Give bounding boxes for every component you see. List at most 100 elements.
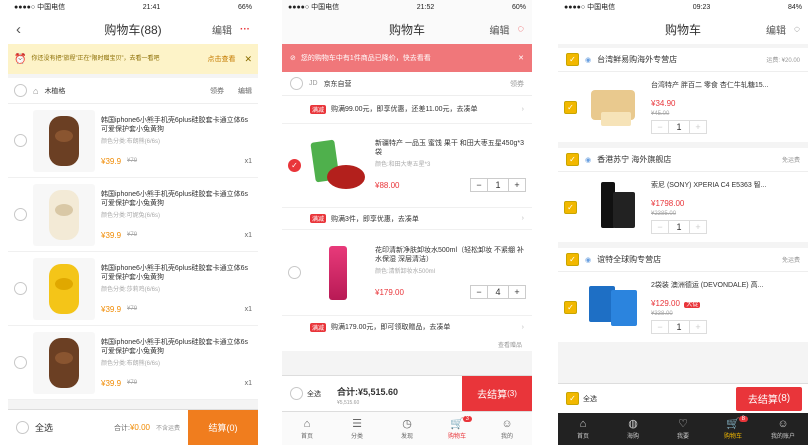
product-image-phone-case[interactable] xyxy=(33,109,95,172)
plus-button[interactable]: + xyxy=(690,321,706,333)
edit-button[interactable]: 编辑 xyxy=(766,22,786,37)
select-all-checkbox[interactable] xyxy=(16,421,29,434)
coupon-link[interactable]: 领券 xyxy=(210,86,224,96)
select-all-checkbox[interactable]: ✓ xyxy=(566,392,579,405)
item-title[interactable]: 索尼 (SONY) XPERIA C4 E5363 智... xyxy=(651,181,802,190)
item-checkbox[interactable]: ✓ xyxy=(564,100,577,114)
plus-button[interactable]: + xyxy=(509,179,525,191)
select-all-label[interactable]: 全选 xyxy=(307,389,337,399)
cart-item[interactable]: 韩国iphone6小熊手机壳6plus硅胶套卡通立体6s可爱保护套小兔黄狗 颜色… xyxy=(8,252,258,326)
shop-checkbox[interactable] xyxy=(14,84,27,97)
edit-button[interactable]: 编辑 xyxy=(212,22,232,37)
item-title[interactable]: 花印清新净肤卸妆水500ml（轻松卸妆 不紧绷 补水保湿 深层清洁） xyxy=(375,246,526,264)
cart-item[interactable]: ✓ 2袋装 澳洲德运 (DEVONDALE) 高... ¥129.00 大促 ¥… xyxy=(558,272,808,342)
shop-checkbox[interactable]: ✓ xyxy=(566,253,579,266)
shop-checkbox[interactable]: ✓ xyxy=(566,153,579,166)
quantity-stepper[interactable]: −4 + xyxy=(470,285,526,299)
cart-item[interactable]: ✓ 新疆特产 一品玉 蜜饯 果干 和田大枣五星450g*3袋 颜色:和田大枣五星… xyxy=(282,124,532,208)
item-title[interactable]: 2袋装 澳洲德运 (DEVONDALE) 高... xyxy=(651,281,802,290)
item-checkbox[interactable] xyxy=(14,282,27,295)
minus-button[interactable]: − xyxy=(652,121,668,133)
item-checkbox[interactable] xyxy=(14,356,27,369)
product-image[interactable] xyxy=(583,76,645,138)
select-all-label[interactable]: 全选 xyxy=(583,394,736,404)
price-drop-notice[interactable]: ⊘ 您的购物车中有1件商品已降价，快去看看 ✕ xyxy=(282,44,532,72)
checkout-button[interactable]: 去结算 (3) xyxy=(462,375,532,412)
plus-button[interactable]: + xyxy=(690,121,706,133)
plus-button[interactable]: + xyxy=(690,221,706,233)
tab-discover[interactable]: ◷ 发现 xyxy=(382,418,432,440)
quantity-stepper[interactable]: −1 + xyxy=(651,119,707,134)
cart-item[interactable]: 花印清新净肤卸妆水500ml（轻松卸妆 不紧绷 补水保湿 深层清洁） 颜色:清新… xyxy=(282,230,532,316)
minus-button[interactable]: − xyxy=(652,221,668,233)
tab-home[interactable]: ⌂ 首页 xyxy=(558,418,608,440)
tab-global[interactable]: ◍ 海购 xyxy=(608,418,658,440)
cart-item[interactable]: 韩国iphone6小熊手机壳6plus硅胶套卡通立体6s可爱保护套小兔黄狗 颜色… xyxy=(8,104,258,178)
shop-edit-link[interactable]: 编辑 xyxy=(238,86,252,96)
item-title[interactable]: 台湾特产 胖百二 零食 杏仁牛轧糖15... xyxy=(651,81,802,90)
quantity-stepper[interactable]: −1 + xyxy=(651,219,707,234)
product-image-phone-case[interactable] xyxy=(33,183,95,246)
item-title[interactable]: 新疆特产 一品玉 蜜饯 果干 和田大枣五星450g*3袋 xyxy=(375,139,526,157)
item-title[interactable]: 韩国iphone6小熊手机壳6plus硅胶套卡通立体6s可爱保护套小兔黄狗 xyxy=(101,264,252,282)
quantity-value[interactable]: 1 xyxy=(668,120,690,133)
product-image[interactable] xyxy=(583,176,645,238)
item-title[interactable]: 韩国iphone6小熊手机壳6plus硅胶套卡通立体6s可爱保护套小兔黄狗 xyxy=(101,190,252,208)
item-checkbox[interactable]: ✓ xyxy=(564,200,577,214)
item-title[interactable]: 韩国iphone6小熊手机壳6plus硅胶套卡通立体6s可爱保护套小兔黄狗 xyxy=(101,116,252,134)
checkout-button[interactable]: 去结算 (8) xyxy=(736,386,802,411)
message-icon[interactable]: ◌ xyxy=(517,23,524,35)
tab-cart[interactable]: 🛒 购物车 8 xyxy=(708,416,758,440)
cart-item[interactable]: ✓ 索尼 (SONY) XPERIA C4 E5363 智... ¥1798.0… xyxy=(558,172,808,242)
cart-item[interactable]: 韩国iphone6小熊手机壳6plus硅胶套卡通立体6s可爱保护套小兔黄狗 颜色… xyxy=(8,326,258,400)
plus-button[interactable]: + xyxy=(509,286,525,298)
quantity-value[interactable]: 1 xyxy=(668,320,690,333)
view-link[interactable]: 点击查看 xyxy=(207,54,235,64)
quantity-stepper[interactable]: −1 + xyxy=(470,178,526,192)
select-all-checkbox[interactable] xyxy=(290,387,303,400)
product-image-bottle[interactable] xyxy=(307,241,369,304)
shop-name[interactable]: 谊特全球购专营店 xyxy=(597,254,776,265)
promo-row[interactable]: 满减 购满3件，即享优惠，去凑单 › xyxy=(282,208,532,230)
product-image-dates[interactable] xyxy=(307,134,369,197)
item-checkbox[interactable]: ✓ xyxy=(288,159,301,172)
item-checkbox[interactable] xyxy=(288,266,301,279)
tab-category[interactable]: ☰ 分类 xyxy=(332,418,382,440)
checkout-button[interactable]: 结算(0) xyxy=(188,409,258,445)
shop-name[interactable]: 台湾鲜易购海外专营店 xyxy=(597,54,760,65)
tab-want[interactable]: ♡ 我要 xyxy=(658,418,708,440)
view-gift-link[interactable]: 查看赠品 xyxy=(282,338,532,351)
message-icon[interactable]: ◌ xyxy=(794,24,800,35)
item-title[interactable]: 韩国iphone6小熊手机壳6plus硅胶套卡通立体6s可爱保护套小兔黄狗 xyxy=(101,338,252,356)
item-checkbox[interactable]: ✓ xyxy=(564,300,577,314)
select-all-label[interactable]: 全选 xyxy=(35,421,114,434)
minus-button[interactable]: − xyxy=(471,286,487,298)
promo-row[interactable]: 满减 购满179.00元，即可领取赠品，去凑单 › xyxy=(282,316,532,338)
minus-button[interactable]: − xyxy=(652,321,668,333)
quantity-stepper[interactable]: −1 + xyxy=(651,319,707,334)
cart-item[interactable]: ✓ 台湾特产 胖百二 零食 杏仁牛轧糖15... ¥34.90 ¥45.00 −… xyxy=(558,72,808,142)
product-image[interactable] xyxy=(583,276,645,338)
promo-row[interactable]: 满减 购满99.00元，即享优惠，还差11.00元，去凑单 › xyxy=(282,96,532,124)
shop-name[interactable]: 京东自营 xyxy=(324,79,504,89)
product-image-phone-case[interactable] xyxy=(33,257,95,320)
promo-banner[interactable]: ⏰ 你还没有把“旅程”正在“限时赠宝贝”，去看一看吧 点击查看 ✕ xyxy=(8,44,258,74)
shop-name[interactable]: 香港苏宁 海外旗舰店 xyxy=(597,154,776,165)
tab-cart[interactable]: 🛒 购物车 3 xyxy=(432,415,482,440)
more-icon[interactable]: ··· xyxy=(240,24,250,35)
shop-name[interactable]: 木植格 xyxy=(44,86,204,96)
quantity-value[interactable]: 4 xyxy=(487,286,509,298)
shop-checkbox[interactable]: ✓ xyxy=(566,53,579,66)
tab-home[interactable]: ⌂ 首页 xyxy=(282,418,332,440)
minus-button[interactable]: − xyxy=(471,179,487,191)
tab-me[interactable]: ☺ 我的 xyxy=(482,418,532,440)
close-icon[interactable]: ✕ xyxy=(518,54,524,62)
coupon-link[interactable]: 领券 xyxy=(510,79,524,89)
tab-account[interactable]: ☺ 我的账户 xyxy=(758,418,808,440)
back-icon[interactable]: ‹ xyxy=(16,21,21,38)
shop-checkbox[interactable] xyxy=(290,77,303,90)
quantity-value[interactable]: 1 xyxy=(487,179,509,191)
cart-item[interactable]: 韩国iphone6小熊手机壳6plus硅胶套卡通立体6s可爱保护套小兔黄狗 颜色… xyxy=(8,178,258,252)
edit-button[interactable]: 编辑 xyxy=(489,22,509,37)
product-image-phone-case[interactable] xyxy=(33,331,95,394)
